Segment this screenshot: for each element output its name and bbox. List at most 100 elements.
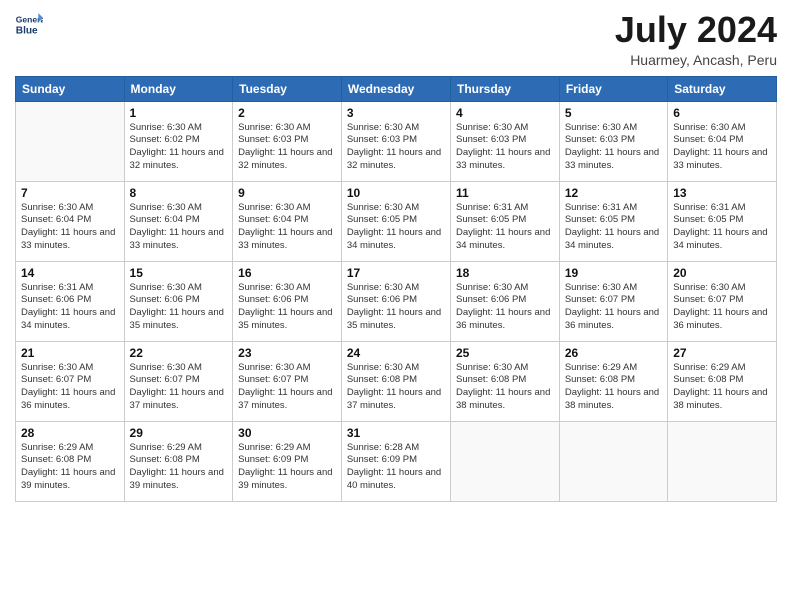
calendar-week-row: 7Sunrise: 6:30 AMSunset: 6:04 PMDaylight… (16, 181, 777, 261)
calendar-cell: 7Sunrise: 6:30 AMSunset: 6:04 PMDaylight… (16, 181, 125, 261)
day-info: Sunrise: 6:30 AMSunset: 6:06 PMDaylight:… (347, 282, 445, 333)
day-number: 25 (456, 346, 554, 360)
logo: General Blue (15, 10, 43, 38)
col-saturday: Saturday (668, 76, 777, 101)
day-info: Sunrise: 6:30 AMSunset: 6:05 PMDaylight:… (347, 202, 445, 253)
calendar-cell: 8Sunrise: 6:30 AMSunset: 6:04 PMDaylight… (124, 181, 233, 261)
day-info: Sunrise: 6:30 AMSunset: 6:06 PMDaylight:… (130, 282, 228, 333)
calendar-week-row: 28 Sunrise: 6:29 AMSunset: 6:08 PMDayligh… (16, 421, 777, 501)
day-number: 22 (130, 346, 228, 360)
day-number: 6 (673, 106, 771, 120)
day-number: 3 (347, 106, 445, 120)
day-info: Sunrise: 6:31 AMSunset: 6:05 PMDaylight:… (673, 202, 771, 253)
calendar-cell: 31Sunrise: 6:28 AMSunset: 6:09 PMDayligh… (341, 421, 450, 501)
calendar-cell: 1Sunrise: 6:30 AMSunset: 6:02 PMDaylight… (124, 101, 233, 181)
day-info: Sunrise: 6:30 AMSunset: 6:06 PMDaylight:… (456, 282, 554, 333)
day-info: Sunrise: 6:29 AMSunset: 6:08 PMDaylight:… (673, 362, 771, 413)
logo-icon: General Blue (15, 10, 43, 38)
day-number: 4 (456, 106, 554, 120)
calendar-cell: 11Sunrise: 6:31 AMSunset: 6:05 PMDayligh… (451, 181, 560, 261)
day-number: 2 (238, 106, 336, 120)
page: General Blue July 2024 Huarmey, Ancash, … (0, 0, 792, 612)
day-number: 21 (21, 346, 119, 360)
calendar-cell (668, 421, 777, 501)
location: Huarmey, Ancash, Peru (615, 52, 777, 68)
day-info: Sunrise: 6:29 AMSunset: 6:08 PMDaylight:… (565, 362, 662, 413)
day-info: Sunrise: 6:29 AMSunset: 6:08 PMDaylight:… (21, 442, 119, 493)
calendar-cell: 17 Sunrise: 6:30 AMSunset: 6:06 PMDayligh… (341, 261, 450, 341)
calendar-cell: 16Sunrise: 6:30 AMSunset: 6:06 PMDayligh… (233, 261, 342, 341)
day-info: Sunrise: 6:31 AMSunset: 6:06 PMDaylight:… (21, 282, 119, 333)
calendar-cell: 28 Sunrise: 6:29 AMSunset: 6:08 PMDayligh… (16, 421, 125, 501)
calendar-cell: 14 Sunrise: 6:31 AMSunset: 6:06 PMDayligh… (16, 261, 125, 341)
calendar-cell: 3 Sunrise: 6:30 AMSunset: 6:03 PMDaylight… (341, 101, 450, 181)
day-info: Sunrise: 6:30 AMSunset: 6:07 PMDaylight:… (130, 362, 228, 413)
day-number: 28 (21, 426, 119, 440)
svg-text:Blue: Blue (16, 25, 38, 36)
header: General Blue July 2024 Huarmey, Ancash, … (15, 10, 777, 68)
col-friday: Friday (559, 76, 667, 101)
day-number: 23 (238, 346, 336, 360)
calendar-cell: 21Sunrise: 6:30 AMSunset: 6:07 PMDayligh… (16, 341, 125, 421)
calendar-cell: 6 Sunrise: 6:30 AMSunset: 6:04 PMDaylight… (668, 101, 777, 181)
day-info: Sunrise: 6:30 AMSunset: 6:03 PMDaylight:… (238, 122, 336, 173)
calendar-header-row: Sunday Monday Tuesday Wednesday Thursday… (16, 76, 777, 101)
calendar-cell: 4Sunrise: 6:30 AMSunset: 6:03 PMDaylight… (451, 101, 560, 181)
calendar-cell: 27 Sunrise: 6:29 AMSunset: 6:08 PMDayligh… (668, 341, 777, 421)
calendar-cell: 5 Sunrise: 6:30 AMSunset: 6:03 PMDaylight… (559, 101, 667, 181)
calendar-week-row: 14 Sunrise: 6:31 AMSunset: 6:06 PMDayligh… (16, 261, 777, 341)
day-number: 31 (347, 426, 445, 440)
day-number: 11 (456, 186, 554, 200)
day-info: Sunrise: 6:30 AMSunset: 6:07 PMDaylight:… (565, 282, 662, 333)
day-info: Sunrise: 6:30 AMSunset: 6:02 PMDaylight:… (130, 122, 228, 173)
calendar-cell: 26 Sunrise: 6:29 AMSunset: 6:08 PMDayligh… (559, 341, 667, 421)
calendar-cell: 29Sunrise: 6:29 AMSunset: 6:08 PMDayligh… (124, 421, 233, 501)
calendar-cell (451, 421, 560, 501)
calendar-cell: 19 Sunrise: 6:30 AMSunset: 6:07 PMDayligh… (559, 261, 667, 341)
day-info: Sunrise: 6:30 AMSunset: 6:04 PMDaylight:… (21, 202, 119, 253)
day-info: Sunrise: 6:29 AMSunset: 6:08 PMDaylight:… (130, 442, 228, 493)
title-block: July 2024 Huarmey, Ancash, Peru (615, 10, 777, 68)
day-number: 19 (565, 266, 662, 280)
day-number: 14 (21, 266, 119, 280)
day-info: Sunrise: 6:30 AMSunset: 6:04 PMDaylight:… (238, 202, 336, 253)
day-info: Sunrise: 6:30 AMSunset: 6:07 PMDaylight:… (673, 282, 771, 333)
calendar-cell: 24 Sunrise: 6:30 AMSunset: 6:08 PMDayligh… (341, 341, 450, 421)
calendar-cell: 22 Sunrise: 6:30 AMSunset: 6:07 PMDayligh… (124, 341, 233, 421)
day-number: 15 (130, 266, 228, 280)
day-number: 27 (673, 346, 771, 360)
day-number: 17 (347, 266, 445, 280)
day-number: 20 (673, 266, 771, 280)
day-number: 5 (565, 106, 662, 120)
calendar-cell: 10 Sunrise: 6:30 AMSunset: 6:05 PMDayligh… (341, 181, 450, 261)
day-number: 9 (238, 186, 336, 200)
day-info: Sunrise: 6:30 AMSunset: 6:03 PMDaylight:… (347, 122, 445, 173)
day-number: 26 (565, 346, 662, 360)
day-number: 18 (456, 266, 554, 280)
calendar-cell: 9 Sunrise: 6:30 AMSunset: 6:04 PMDaylight… (233, 181, 342, 261)
calendar-cell: 12 Sunrise: 6:31 AMSunset: 6:05 PMDayligh… (559, 181, 667, 261)
col-wednesday: Wednesday (341, 76, 450, 101)
day-info: Sunrise: 6:30 AMSunset: 6:08 PMDaylight:… (456, 362, 554, 413)
day-info: Sunrise: 6:30 AMSunset: 6:04 PMDaylight:… (130, 202, 228, 253)
day-info: Sunrise: 6:30 AMSunset: 6:06 PMDaylight:… (238, 282, 336, 333)
day-number: 30 (238, 426, 336, 440)
calendar-cell: 18 Sunrise: 6:30 AMSunset: 6:06 PMDayligh… (451, 261, 560, 341)
day-info: Sunrise: 6:30 AMSunset: 6:08 PMDaylight:… (347, 362, 445, 413)
col-sunday: Sunday (16, 76, 125, 101)
calendar-cell: 23Sunrise: 6:30 AMSunset: 6:07 PMDayligh… (233, 341, 342, 421)
day-info: Sunrise: 6:31 AMSunset: 6:05 PMDaylight:… (565, 202, 662, 253)
calendar-cell: 13Sunrise: 6:31 AMSunset: 6:05 PMDayligh… (668, 181, 777, 261)
calendar-week-row: 1Sunrise: 6:30 AMSunset: 6:02 PMDaylight… (16, 101, 777, 181)
calendar-cell: 2 Sunrise: 6:30 AMSunset: 6:03 PMDaylight… (233, 101, 342, 181)
day-number: 24 (347, 346, 445, 360)
calendar-cell (16, 101, 125, 181)
day-info: Sunrise: 6:30 AMSunset: 6:04 PMDaylight:… (673, 122, 771, 173)
calendar-week-row: 21 Sunrise: 6:30 AMSunset: 6:07 PMDayligh… (16, 341, 777, 421)
day-info: Sunrise: 6:29 AMSunset: 6:09 PMDaylight:… (238, 442, 336, 493)
col-tuesday: Tuesday (233, 76, 342, 101)
calendar-table: Sunday Monday Tuesday Wednesday Thursday… (15, 76, 777, 502)
day-number: 12 (565, 186, 662, 200)
day-info: Sunrise: 6:30 AMSunset: 6:03 PMDaylight:… (565, 122, 662, 173)
day-number: 10 (347, 186, 445, 200)
